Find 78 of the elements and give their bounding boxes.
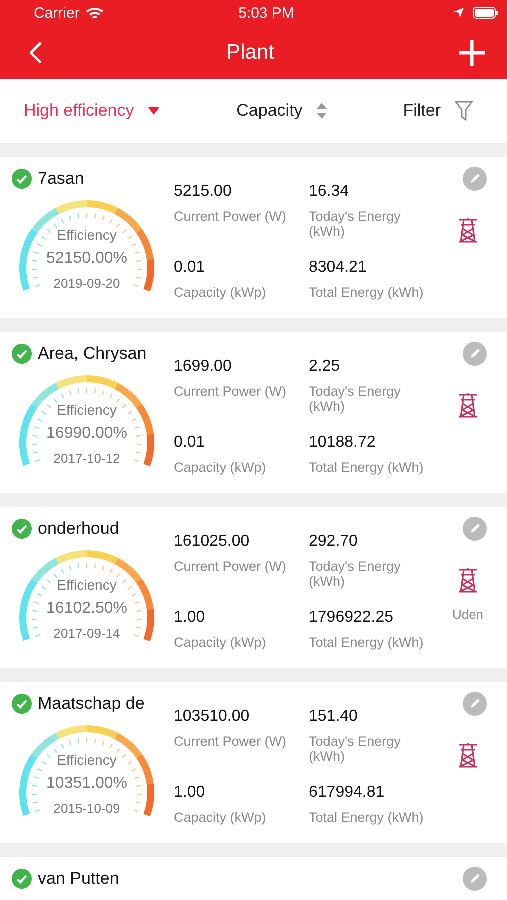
plant-name: Area, Chrysan [38,344,147,364]
efficiency-label: Efficiency [57,402,117,418]
sort-option[interactable]: High efficiency [24,101,160,121]
plant-card[interactable]: Maatschap de Efficiency 10351.00% 2015-10-09 103510.00 Current Power (W) 151.40 Today's Energy (kWh) 1.00 Capacity (kWp) 617994.81 Total Energy (kWh) [0,682,507,843]
todays-energy-value: 16.34 [309,183,350,201]
edit-icon[interactable] [463,342,487,366]
plant-date: 2017-09-14 [54,626,120,641]
todays-energy-value: 2.25 [309,358,342,376]
status-time: 5:03 PM [238,4,294,22]
efficiency-value: 10351.00% [46,775,128,793]
back-icon[interactable] [30,42,42,64]
capacity-value: 0.01 [174,434,206,452]
current-power-label: Current Power (W) [174,559,288,574]
todays-energy-label: Today's Energy (kWh) [309,209,402,239]
sort-arrows-icon [316,103,327,119]
edit-icon[interactable] [463,517,487,541]
todays-energy-label: Today's Energy (kWh) [309,384,402,414]
capacity-label: Capacity (kWp) [174,284,268,300]
capacity-label: Capacity (kWp) [174,810,268,824]
efficiency-label: Efficiency [57,577,117,593]
dropdown-arrow-icon [148,107,160,115]
current-power-label: Current Power (W) [174,384,288,399]
plant-name: onderhoud [38,519,120,539]
efficiency-value: 16102.50% [46,600,128,618]
capacity-label: Capacity (kWp) [174,460,268,474]
plant-card[interactable]: onderhoud Efficiency 16102.50% 2017-09-14 161025.00 Current Power (W) 292.70 Today's Energy (kWh) 1.00 Capacity (kWp) 1796922.25 Total Energy (kWh) Uden [0,507,507,668]
edit-icon[interactable] [463,167,487,191]
battery-icon [473,7,499,19]
plant-name: Maatschap de [38,694,145,714]
todays-energy-value: 151.40 [309,708,359,726]
total-energy-value: 617994.81 [309,784,386,802]
total-energy-label: Total Energy (kWh) [309,634,425,650]
carrier-label: Carrier [34,4,80,22]
edit-icon[interactable] [463,867,487,891]
total-energy-label: Total Energy (kWh) [309,284,425,300]
plant-date: 2017-10-12 [54,451,120,466]
plant-date: 2019-09-20 [54,276,120,291]
current-power-value: 1699.00 [174,358,233,376]
efficiency-value: 52150.00% [46,250,128,268]
plant-card[interactable]: van Putten [0,857,507,900]
current-power-label: Current Power (W) [174,209,288,224]
todays-energy-label: Today's Energy (kWh) [309,559,402,589]
transmission-tower-icon [457,742,479,768]
plant-card[interactable]: Area, Chrysan Efficiency 16990.00% 2017-10-12 1699.00 Current Power (W) 2.25 Today's Energy (kWh) 0.01 Capacity (kWp) 10188.72 Total Energy (kWh) [0,332,507,493]
current-power-value: 103510.00 [174,708,251,726]
location-label: Uden [452,607,484,622]
capacity-label: Capacity (kWp) [174,634,268,650]
total-energy-value: 1796922.25 [309,608,395,626]
edit-icon[interactable] [463,692,487,716]
capacity-value: 1.00 [174,608,206,626]
plant-name: 7asan [38,169,84,189]
transmission-tower-icon [457,217,479,243]
page-title: Plant [226,40,274,64]
sort-option[interactable]: Capacity [236,101,327,121]
todays-energy-label: Today's Energy (kWh) [309,734,402,764]
current-power-label: Current Power (W) [174,734,288,749]
efficiency-label: Efficiency [57,227,117,243]
transmission-tower-icon [457,567,479,593]
total-energy-value: 10188.72 [309,434,377,452]
total-energy-label: Total Energy (kWh) [309,810,425,824]
filter-icon [454,101,473,121]
plant-name: van Putten [38,869,120,889]
efficiency-label: Efficiency [57,752,117,768]
current-power-value: 5215.00 [174,183,233,201]
plant-date: 2015-10-09 [54,801,120,816]
total-energy-value: 8304.21 [309,258,368,276]
transmission-tower-icon [457,392,479,418]
todays-energy-value: 292.70 [309,533,359,551]
plant-card[interactable]: 7asan Efficiency 52150.00% 2019-09-20 5215.00 Current Power (W) 16.34 Today's Energy (kWh) 0.01 Capacity (kWp) 8304.21 Total Energy (kWh) [0,157,507,318]
wifi-icon [86,6,104,20]
sort-option[interactable]: Filter [403,101,473,121]
total-energy-label: Total Energy (kWh) [309,460,425,474]
location-arrow-icon [453,7,465,19]
capacity-value: 0.01 [174,258,206,276]
add-icon[interactable] [459,40,485,66]
capacity-value: 1.00 [174,784,206,802]
efficiency-value: 16990.00% [46,425,128,443]
current-power-value: 161025.00 [174,533,251,551]
